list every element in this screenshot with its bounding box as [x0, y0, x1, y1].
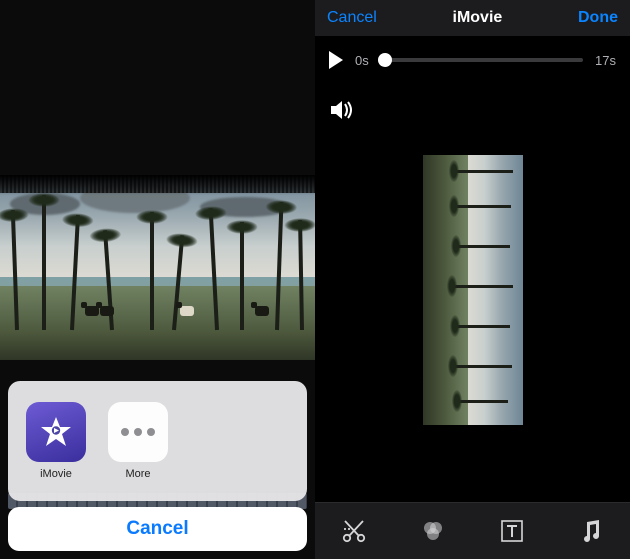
- photos-app-screen: iMovie More Cancel: [0, 0, 315, 559]
- cancel-button[interactable]: Cancel: [327, 9, 377, 27]
- editor-topbar: Cancel iMovie Done: [315, 0, 630, 36]
- imovie-editor-screen: Cancel iMovie Done 0s 17s: [315, 0, 630, 559]
- share-app-more[interactable]: More: [100, 402, 176, 480]
- preview-frame: [423, 155, 523, 425]
- more-icon: [108, 402, 168, 462]
- duration-label: 17s: [595, 53, 616, 68]
- app-title: iMovie: [453, 9, 503, 27]
- dual-screenshot: iMovie More Cancel Cancel iMovie Done: [0, 0, 630, 559]
- scrubber-thumb[interactable]: [378, 53, 392, 67]
- share-sheet-apps-row: iMovie More: [8, 381, 307, 501]
- share-app-label: More: [125, 468, 150, 480]
- share-app-label: iMovie: [40, 468, 72, 480]
- play-icon[interactable]: [329, 51, 343, 69]
- share-app-imovie[interactable]: iMovie: [18, 402, 94, 480]
- share-sheet-cancel-button[interactable]: Cancel: [8, 507, 307, 551]
- music-tool-icon[interactable]: [561, 511, 621, 551]
- cut-tool-icon[interactable]: [324, 511, 384, 551]
- text-tool-icon[interactable]: [482, 511, 542, 551]
- imovie-icon: [26, 402, 86, 462]
- done-button[interactable]: Done: [578, 9, 618, 27]
- filters-tool-icon[interactable]: [403, 511, 463, 551]
- volume-icon[interactable]: [331, 100, 355, 125]
- share-sheet: iMovie More Cancel: [0, 359, 315, 559]
- playback-bar: 0s 17s: [315, 40, 630, 80]
- current-time-label: 0s: [355, 53, 369, 68]
- video-preview[interactable]: [315, 86, 630, 494]
- editor-toolbar: [315, 502, 630, 559]
- video-frame: [0, 175, 315, 360]
- scrubber-track[interactable]: [381, 58, 583, 62]
